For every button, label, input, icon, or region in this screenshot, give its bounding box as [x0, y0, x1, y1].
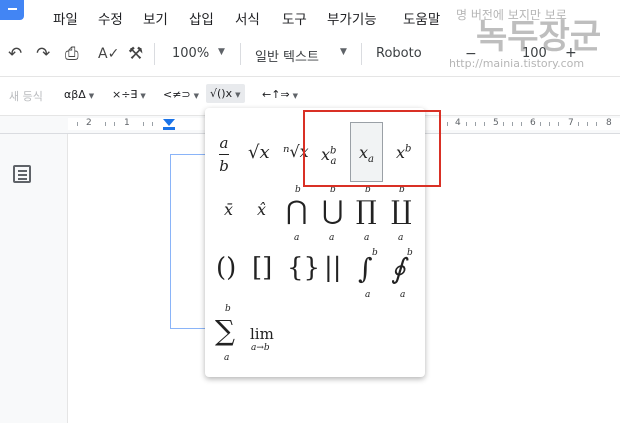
redo-icon[interactable]: ↷ — [36, 44, 50, 64]
fraction-bar — [219, 154, 229, 155]
limit-lower: a — [400, 290, 406, 300]
menu-view[interactable]: 보기 — [143, 8, 168, 28]
new-equation-button[interactable]: 새 등식 — [9, 88, 43, 104]
limit-upper: b — [225, 304, 231, 314]
left-rail — [0, 134, 68, 423]
menu-format[interactable]: 서식 — [235, 8, 260, 28]
limit-symbol[interactable]: lim — [250, 325, 274, 343]
spellcheck-icon[interactable]: A✓ — [98, 46, 119, 62]
product-symbol[interactable]: ∏ — [356, 196, 377, 226]
misc-operations-button[interactable]: ×÷∃ ▼ — [112, 88, 146, 101]
menu-help[interactable]: 도움말 — [403, 8, 440, 28]
arrows-label: ←↑⇒ — [262, 88, 290, 101]
ruler-number: 7 — [568, 118, 574, 128]
chevron-down-icon: ▼ — [140, 92, 146, 100]
docs-logo-icon[interactable] — [0, 0, 24, 20]
print-icon[interactable]: ⎙ — [65, 44, 79, 64]
limit-lower: a — [365, 290, 371, 300]
limit-lower: a — [364, 233, 370, 243]
square-root-symbol[interactable]: √x — [248, 142, 270, 163]
paint-format-icon[interactable]: ⚒ — [128, 44, 143, 64]
first-line-indent-icon[interactable] — [163, 127, 175, 130]
relations-button[interactable]: <≠⊃ ▼ — [163, 88, 199, 101]
style-select[interactable]: 일반 텍스트 — [255, 46, 319, 65]
braces-symbol[interactable]: {} — [287, 253, 320, 283]
divider — [154, 43, 155, 65]
font-select[interactable]: Roboto — [376, 46, 422, 61]
limit-lower: a — [329, 233, 335, 243]
divider — [240, 43, 241, 65]
arrows-button[interactable]: ←↑⇒ ▼ — [262, 88, 298, 101]
undo-icon[interactable]: ↶ — [8, 44, 22, 64]
summation-symbol[interactable]: ∑ — [215, 314, 235, 347]
ruler-number: 1 — [124, 118, 130, 128]
chevron-down-icon: ▼ — [292, 92, 299, 100]
limit-lower: a — [398, 233, 404, 243]
limit-upper: b — [407, 248, 413, 258]
integral-symbol[interactable]: ∫ — [358, 252, 373, 285]
misc-operations-label: ×÷∃ — [112, 88, 138, 101]
fraction-denominator: b — [219, 157, 229, 175]
parentheses-symbol[interactable]: () — [216, 253, 236, 283]
chevron-down-icon: ▼ — [193, 92, 200, 100]
math-operations-label: √()x — [210, 87, 233, 100]
fraction-symbol[interactable]: a b — [219, 134, 229, 175]
menu-addons[interactable]: 부가기능 — [327, 8, 377, 28]
ruler-number: 5 — [493, 118, 499, 128]
greek-letters-label: αβΔ — [64, 88, 86, 101]
chevron-down-icon: ▼ — [340, 47, 347, 57]
coproduct-symbol[interactable]: ∐ — [391, 196, 412, 226]
limit-subscript: a→b — [251, 343, 270, 353]
greek-letters-button[interactable]: αβΔ ▼ — [64, 88, 94, 101]
relations-label: <≠⊃ — [163, 88, 191, 101]
chevron-down-icon: ▼ — [88, 92, 95, 100]
chevron-down-icon: ▼ — [218, 47, 225, 57]
bar-accent-symbol[interactable]: x̄ — [224, 200, 233, 219]
menu-tools[interactable]: 도구 — [282, 8, 307, 28]
indent-marker-icon[interactable] — [163, 119, 175, 126]
menu-edit[interactable]: 수정 — [98, 8, 123, 28]
hat-accent-symbol[interactable]: x̂ — [257, 200, 266, 219]
ruler-number: 2 — [86, 118, 92, 128]
math-operations-button[interactable]: √()x ▼ — [206, 84, 245, 103]
contour-integral-symbol[interactable]: ∮ — [391, 252, 406, 285]
zoom-select[interactable]: 100% — [172, 46, 209, 61]
ruler-number: 6 — [530, 118, 536, 128]
watermark-url: http://mainia.tistory.com — [449, 57, 585, 70]
divider — [361, 43, 362, 65]
ruler-number: 8 — [606, 118, 612, 128]
brackets-symbol[interactable]: [] — [252, 253, 272, 283]
menu-file[interactable]: 파일 — [53, 8, 78, 28]
intersection-symbol[interactable]: ⋂ — [286, 196, 307, 226]
limit-upper: b — [295, 185, 301, 195]
ruler-number: 4 — [455, 118, 461, 128]
menu-insert[interactable]: 삽입 — [189, 8, 214, 28]
highlight-annotation-box — [303, 110, 441, 187]
fraction-numerator: a — [219, 134, 229, 152]
limit-upper: b — [372, 248, 378, 258]
limit-lower: a — [224, 353, 230, 363]
union-symbol[interactable]: ⋃ — [322, 196, 343, 226]
chevron-down-icon: ▼ — [235, 91, 241, 99]
document-outline-icon[interactable] — [13, 165, 31, 183]
watermark-logo: 녹두장군 — [476, 17, 602, 57]
limit-lower: a — [294, 233, 300, 243]
absolute-value-symbol[interactable]: || — [324, 253, 342, 283]
